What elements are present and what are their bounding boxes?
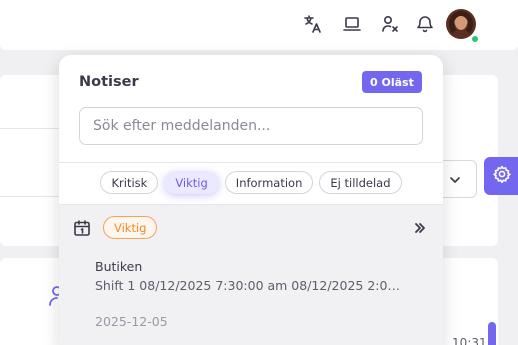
filter-chip-information[interactable]: Information xyxy=(224,171,314,194)
user-x-icon[interactable] xyxy=(379,13,401,35)
scrollbar-thumb[interactable] xyxy=(488,322,496,345)
background-divider xyxy=(0,196,60,197)
notification-search-input[interactable] xyxy=(79,107,423,145)
user-avatar[interactable] xyxy=(446,9,476,39)
background-divider xyxy=(0,128,60,129)
settings-button[interactable] xyxy=(484,157,518,195)
chevron-down-icon xyxy=(448,172,462,191)
notification-message: Shift 1 08/12/2025 7:30:00 am 08/12/2025… xyxy=(95,278,405,293)
notification-date: 2025-12-05 xyxy=(95,314,168,329)
avatar-hair xyxy=(449,11,473,37)
filter-chip-viktig[interactable]: Viktig xyxy=(164,171,219,194)
chevrons-right-icon[interactable] xyxy=(413,220,427,239)
notification-title: Notiser xyxy=(79,74,139,90)
top-navbar xyxy=(0,0,518,50)
header-divider xyxy=(59,162,443,163)
background-time-text: 10:31 xyxy=(452,336,487,345)
bell-icon[interactable] xyxy=(414,13,436,35)
gear-icon xyxy=(492,164,512,188)
notification-dropdown: Notiser 0 Oläst Kritisk Viktig Informati… xyxy=(59,55,443,345)
laptop-icon[interactable] xyxy=(341,13,363,35)
filter-chips: Kritisk Viktig Information Ej tilldelad xyxy=(59,171,443,195)
unread-count-badge: 0 Oläst xyxy=(362,71,422,93)
notification-source: Butiken xyxy=(95,259,143,274)
filter-chip-ej-tilldelad[interactable]: Ej tilldelad xyxy=(319,171,402,194)
priority-tag: Viktig xyxy=(103,216,158,239)
calendar-icon xyxy=(73,219,91,241)
translate-icon[interactable] xyxy=(302,13,324,35)
notification-item[interactable]: Viktig Butiken Shift 1 08/12/2025 7:30:0… xyxy=(59,205,443,345)
online-status-dot xyxy=(471,35,479,43)
filter-chip-kritisk[interactable]: Kritisk xyxy=(100,171,159,194)
